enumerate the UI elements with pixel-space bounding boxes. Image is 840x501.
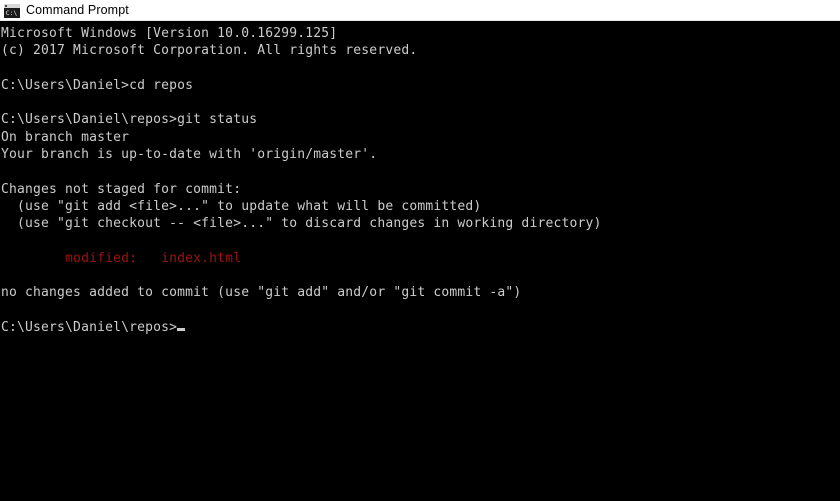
console-line-command: C:\Users\Daniel\repos>git status bbox=[1, 112, 258, 128]
window-title: Command Prompt bbox=[26, 3, 129, 17]
prompt-path: C:\Users\Daniel\repos> bbox=[1, 320, 178, 336]
console-line: (c) 2017 Microsoft Corporation. All righ… bbox=[1, 43, 418, 59]
console-line: On branch master bbox=[1, 129, 130, 145]
console-line-command: C:\Users\Daniel>cd repos bbox=[1, 77, 194, 93]
console-line-hint: (use "git checkout -- <file>..." to disc… bbox=[1, 216, 602, 232]
cmd-icon: C:\ bbox=[4, 3, 20, 18]
console-line-modified-file: modified: index.html bbox=[1, 250, 242, 266]
command-prompt-window: C:\ Command Prompt Microsoft Windows [Ve… bbox=[0, 0, 840, 501]
text-cursor bbox=[177, 328, 185, 332]
console-line: Your branch is up-to-date with 'origin/m… bbox=[1, 147, 378, 163]
console-line: Changes not staged for commit: bbox=[1, 181, 242, 197]
title-bar[interactable]: C:\ Command Prompt bbox=[0, 0, 840, 21]
svg-text:C:\: C:\ bbox=[6, 9, 18, 17]
console-prompt-line[interactable]: C:\Users\Daniel\repos> bbox=[1, 319, 840, 336]
console-line: no changes added to commit (use "git add… bbox=[1, 285, 522, 301]
console-output-area[interactable]: Microsoft Windows [Version 10.0.16299.12… bbox=[0, 21, 840, 501]
console-line-hint: (use "git add <file>..." to update what … bbox=[1, 198, 482, 214]
console-line: Microsoft Windows [Version 10.0.16299.12… bbox=[1, 26, 338, 41]
